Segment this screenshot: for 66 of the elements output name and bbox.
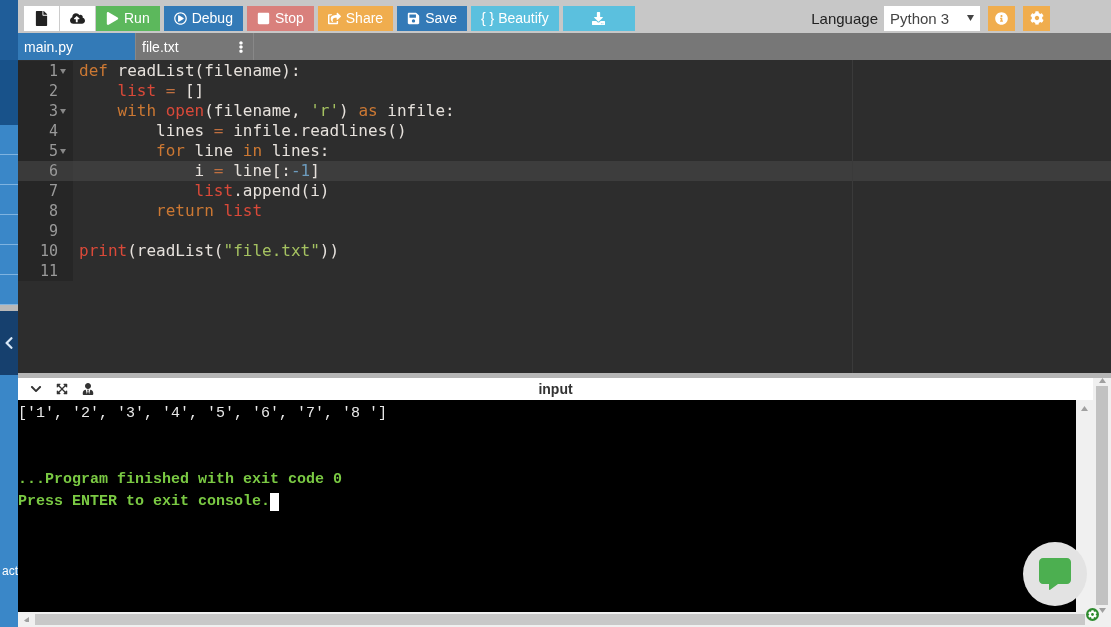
line-number: 2	[48, 82, 58, 100]
scrollbar-thumb[interactable]	[35, 614, 1085, 625]
person-icon[interactable]	[82, 383, 94, 395]
scroll-left-icon[interactable]	[24, 617, 31, 622]
code-line: print(readList("file.txt"))	[78, 241, 340, 261]
console[interactable]: ['1', '2', '3', '4', '5', '6', '7', '8 '] ...Program finished with exit code 0 Press ENTER to exit console.	[18, 400, 1076, 612]
line-number: 6	[48, 162, 58, 180]
line-number: 5	[48, 142, 58, 160]
toolbar-button[interactable]: Debug	[163, 5, 243, 31]
code-line: i = line[:-1]	[193, 161, 320, 181]
code-line: list.append(i)	[193, 181, 330, 201]
console-message: ...Program finished with exit code 0	[18, 470, 343, 490]
settings-button[interactable]	[1023, 5, 1050, 31]
caret-icon	[967, 15, 974, 21]
toolbar-button[interactable]: Save	[397, 5, 468, 31]
language-label: Language	[811, 9, 878, 27]
speech-bubble-icon	[1039, 558, 1071, 590]
scroll-down-icon[interactable]	[1098, 608, 1106, 613]
line-number: 9	[48, 222, 58, 240]
fold-icon[interactable]	[60, 108, 66, 114]
toolbar-button[interactable]: Run	[96, 5, 160, 31]
line-number: 1	[48, 62, 58, 80]
save-icon	[407, 11, 421, 25]
line-number: 7	[48, 182, 58, 200]
code-line: lines = infile.readlines()	[155, 121, 407, 141]
info-icon	[995, 11, 1008, 25]
fold-icon[interactable]	[60, 148, 66, 154]
expand-icon[interactable]	[56, 383, 68, 395]
cursor	[270, 493, 280, 511]
console-title: input	[538, 381, 573, 397]
file-tab[interactable]: main.py	[18, 33, 136, 60]
stop-icon	[256, 11, 270, 25]
sidebar-label[interactable]: act	[0, 564, 18, 578]
code-line: with open(filename, 'r') as infile:	[116, 101, 455, 121]
sidebar-toggle[interactable]	[0, 305, 18, 375]
scrollbar-thumb[interactable]	[1096, 386, 1108, 605]
scroll-up-icon[interactable]	[1081, 406, 1088, 411]
fold-icon[interactable]	[60, 68, 66, 74]
share-icon	[327, 11, 341, 25]
new-file-button[interactable]	[24, 5, 60, 31]
code-line: return list	[155, 201, 263, 221]
code-line: for line in lines:	[155, 141, 330, 161]
code-line: list = []	[116, 81, 205, 101]
console-message: Press ENTER to exit console.	[18, 492, 271, 512]
horizontal-scrollbar[interactable]	[18, 612, 1093, 627]
gear-icon	[1029, 11, 1044, 25]
chevron-down-icon[interactable]	[30, 383, 42, 395]
play-icon	[106, 11, 119, 25]
download-button[interactable]	[562, 5, 635, 31]
file-icon	[34, 10, 49, 26]
line-number: 3	[48, 102, 58, 120]
language-select[interactable]: Python 3	[884, 5, 980, 31]
line-number: 10	[39, 242, 58, 260]
line-number: 4	[48, 122, 58, 140]
toolbar-button[interactable]: Stop	[246, 5, 314, 31]
scrollbar[interactable]	[1076, 400, 1093, 612]
console-output: ['1', '2', '3', '4', '5', '6', '7', '8 ']	[18, 404, 389, 424]
upload-button[interactable]	[60, 5, 96, 31]
download-icon	[592, 11, 606, 25]
line-number: 11	[39, 262, 58, 280]
line-number: 8	[48, 202, 58, 220]
info-button[interactable]	[988, 5, 1015, 31]
circle-play-icon	[173, 11, 187, 25]
cloud-upload-icon	[70, 10, 85, 26]
code-line: def readList(filename):	[78, 61, 301, 81]
scrollbar[interactable]	[1093, 378, 1111, 627]
